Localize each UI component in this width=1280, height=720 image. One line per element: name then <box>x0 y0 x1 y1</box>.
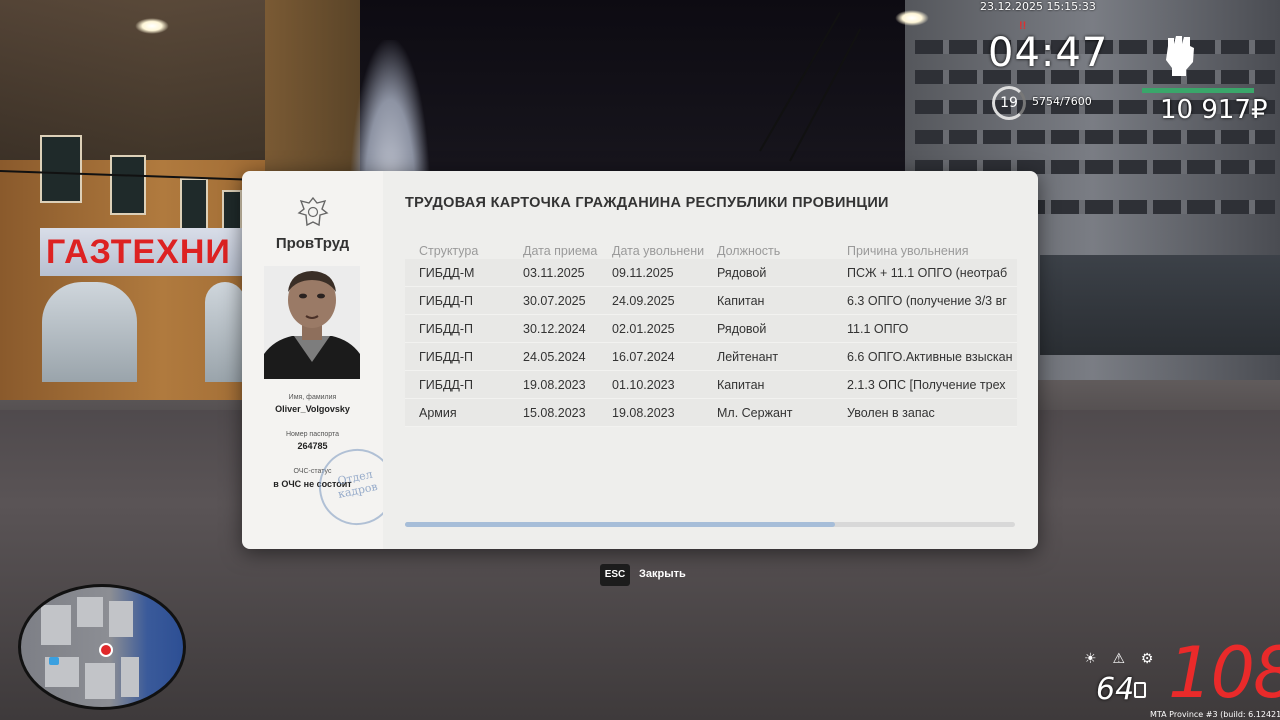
cell-reason: 6.3 ОПГО (получение 3/3 вг <box>847 294 1007 308</box>
cell-hire-date: 30.07.2025 <box>523 294 586 308</box>
fist-icon <box>1166 36 1194 76</box>
labor-card-dialog: ПровТруд Имя, фамилия Oliver_Volgovsky Н… <box>242 171 1038 549</box>
street-lamp <box>135 18 169 34</box>
window-row <box>915 130 1275 144</box>
column-header: Причина увольнения <box>847 244 969 258</box>
street-lamp <box>895 10 929 26</box>
cell-structure: ГИБДД-П <box>419 294 474 308</box>
employment-table: Структура Дата приема Дата увольнени Дол… <box>405 241 1017 427</box>
cell-dismiss-date: 01.10.2023 <box>612 378 675 392</box>
shop-window <box>205 282 245 382</box>
cell-structure: ГИБДД-М <box>419 266 475 280</box>
esc-key-button[interactable]: ESC <box>600 564 630 586</box>
fuel-value: 64 <box>1096 672 1135 707</box>
fuel-icon <box>1134 682 1146 698</box>
cell-hire-date: 03.11.2025 <box>523 266 585 280</box>
scrollbar-thumb[interactable] <box>405 522 836 527</box>
cell-dismiss-date: 19.08.2023 <box>612 406 675 420</box>
map-marker-icon <box>49 657 59 665</box>
citizen-photo <box>264 266 360 379</box>
cell-reason: ПСЖ + 11.1 ОПГО (неотраб <box>847 266 1008 280</box>
cell-structure: Армия <box>419 406 457 420</box>
table-row: Армия 15.08.2023 19.08.2023 Мл. Сержант … <box>405 399 1017 427</box>
window <box>40 135 82 203</box>
xp-counter: 5754/7600 <box>1032 95 1092 108</box>
minimap <box>18 584 186 710</box>
cell-position: Рядовой <box>717 322 767 336</box>
name-value: Oliver_Volgovsky <box>275 404 350 414</box>
column-header: Дата увольнени <box>612 244 705 258</box>
storefront <box>1040 255 1280 355</box>
cell-hire-date: 15.08.2023 <box>523 406 586 420</box>
vehicle-status-icons: ☀ ⚠ ⚙ <box>1084 650 1160 666</box>
table-row: ГИБДД-П 19.08.2023 01.10.2023 Капитан 2.… <box>405 371 1017 399</box>
table-row: ГИБДД-П 30.07.2025 24.09.2025 Капитан 6.… <box>405 287 1017 315</box>
cell-dismiss-date: 09.11.2025 <box>612 266 674 280</box>
cell-position: Капитан <box>717 378 765 392</box>
money-display: 10 917₽ <box>1160 95 1268 125</box>
speed-value: 108 <box>1168 632 1280 714</box>
cell-dismiss-date: 24.09.2025 <box>612 294 675 308</box>
card-main: ТРУДОВАЯ КАРТОЧКА ГРАЖДАНИНА РЕСПУБЛИКИ … <box>383 171 1038 549</box>
player-marker-icon <box>99 643 113 657</box>
cell-dismiss-date: 02.01.2025 <box>612 322 675 336</box>
cell-structure: ГИБДД-П <box>419 350 474 364</box>
cell-position: Мл. Сержант <box>717 406 793 420</box>
eagle-emblem-icon <box>297 196 329 227</box>
horizontal-scrollbar[interactable] <box>405 522 1015 527</box>
department-name: ПровТруд <box>275 235 350 252</box>
table-row: ГИБДД-П 24.05.2024 16.07.2024 Лейтенант … <box>405 343 1017 371</box>
cell-structure: ГИБДД-П <box>419 322 474 336</box>
column-header: Дата приема <box>523 244 598 258</box>
card-sidebar: ПровТруд Имя, фамилия Oliver_Volgovsky Н… <box>242 171 403 549</box>
passport-label: Номер паспорта <box>285 431 340 438</box>
shop-window <box>42 282 137 382</box>
hud-clock: 04:47 <box>988 30 1109 76</box>
window <box>110 155 146 215</box>
card-title: ТРУДОВАЯ КАРТОЧКА ГРАЖДАНИНА РЕСПУБЛИКИ … <box>405 195 889 211</box>
column-header: Структура <box>419 244 479 258</box>
cell-hire-date: 24.05.2024 <box>523 350 586 364</box>
cell-position: Рядовой <box>717 266 767 280</box>
cell-hire-date: 30.12.2024 <box>523 322 586 336</box>
cell-reason: 11.1 ОПГО <box>847 322 909 336</box>
cell-reason: Уволен в запас <box>847 406 935 420</box>
hud-datetime: 23.12.2025 15:15:33 <box>980 0 1096 13</box>
table-row: ГИБДД-П 30.12.2024 02.01.2025 Рядовой 11… <box>405 315 1017 343</box>
table-header: Структура Дата приема Дата увольнени Дол… <box>405 241 1017 259</box>
health-bar <box>1142 88 1254 93</box>
window <box>180 178 208 230</box>
cell-hire-date: 19.08.2023 <box>523 378 586 392</box>
cell-position: Лейтенант <box>717 350 779 364</box>
table-row: ГИБДД-М 03.11.2025 09.11.2025 Рядовой ПС… <box>405 259 1017 287</box>
level-badge: 19 <box>992 86 1026 120</box>
close-label[interactable]: Закрыть <box>639 568 686 580</box>
cell-reason: 6.6 ОПГО.Активные взыскан <box>847 350 1013 364</box>
cell-reason: 2.1.3 ОПС [Получение трех <box>847 378 1006 392</box>
shop-sign: ГАЗТЕХНИ <box>40 228 260 276</box>
cell-structure: ГИБДД-П <box>419 378 474 392</box>
column-header: Должность <box>717 244 781 258</box>
cell-position: Капитан <box>717 294 765 308</box>
cell-dismiss-date: 16.07.2024 <box>612 350 675 364</box>
build-info: MTA Province #3 (build: 6.12421.9) <box>1150 710 1280 719</box>
name-label: Имя, фамилия <box>288 394 337 401</box>
